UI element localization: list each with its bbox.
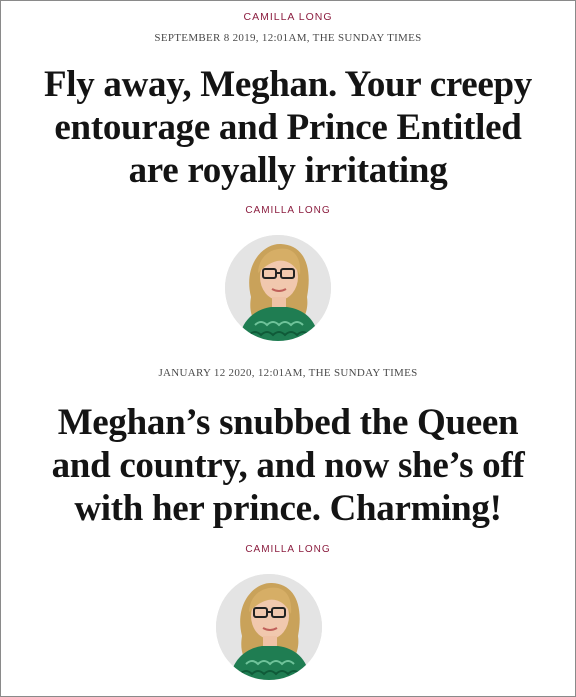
headline-line: and country, and now she’s off [51, 445, 525, 486]
article-1-meta: SEPTEMBER 8 2019, 12:01AM, THE SUNDAY TI… [154, 32, 422, 44]
article-2-headline[interactable]: Meghan’s snubbed the Queen and country, … [11, 401, 565, 530]
article-2-meta: JANUARY 12 2020, 12:01AM, THE SUNDAY TIM… [158, 367, 418, 379]
article-2-author[interactable]: CAMILLA LONG [1, 544, 575, 555]
headline-line: entourage and Prince Entitled [54, 107, 522, 148]
article-1-author[interactable]: CAMILLA LONG [1, 205, 575, 216]
headline-line: Fly away, Meghan. Your creepy [43, 64, 533, 105]
headline-line: are royally irritating [128, 150, 448, 191]
author-portrait-icon [225, 235, 331, 341]
headline-line: with her prince. Charming! [74, 488, 502, 529]
top-author-byline[interactable]: CAMILLA LONG [1, 11, 575, 23]
headline-line: Meghan’s snubbed the Queen [57, 402, 519, 443]
article-1-headline[interactable]: Fly away, Meghan. Your creepy entourage … [11, 63, 565, 192]
author-portrait-icon [216, 574, 322, 680]
article-2-author-avatar[interactable] [216, 574, 322, 680]
article-1-author-avatar[interactable] [225, 235, 331, 341]
